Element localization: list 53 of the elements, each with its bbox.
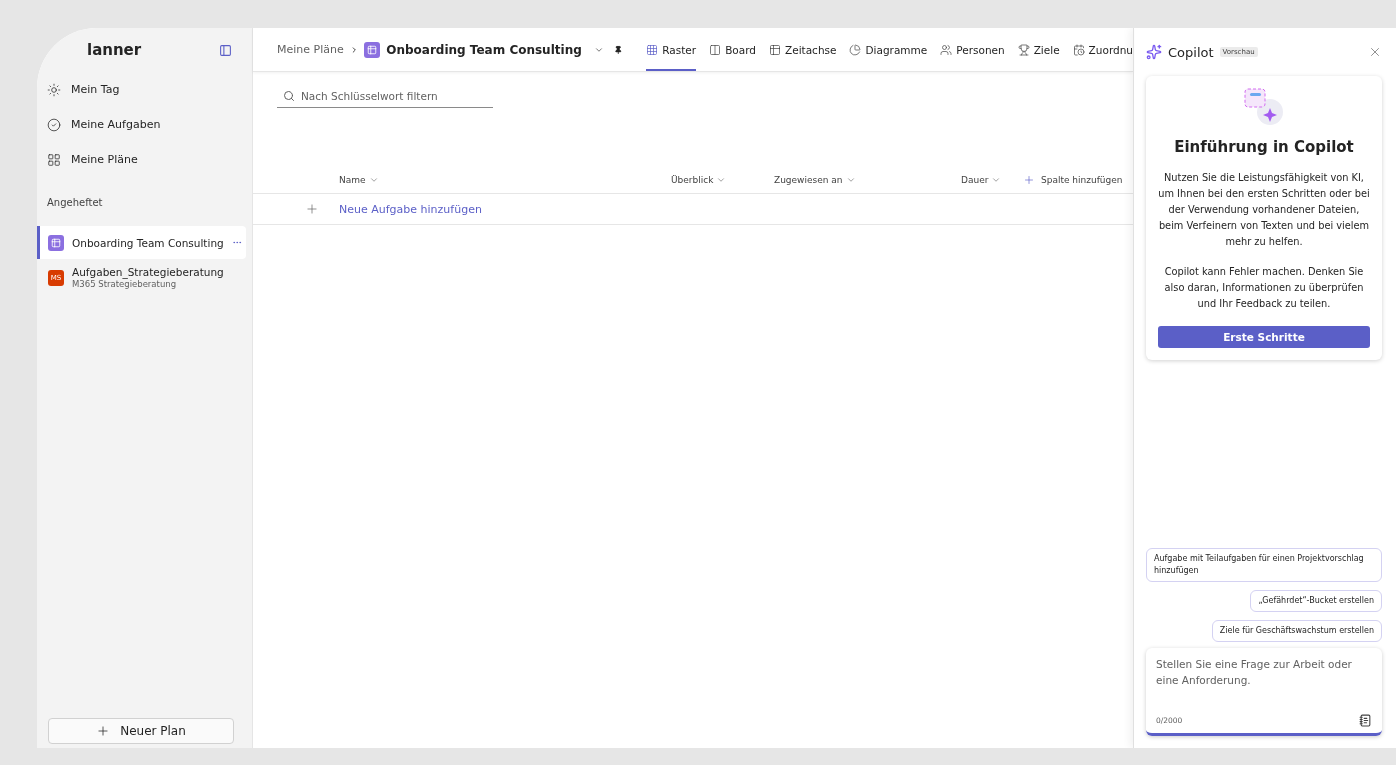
column-header[interactable]: Dauer <box>961 174 1023 185</box>
section-label: Angeheftet <box>46 196 104 210</box>
pinned-plan[interactable]: Onboarding Team Consulting <box>37 226 246 259</box>
grid-icon <box>646 43 659 56</box>
notebook-icon[interactable] <box>1359 714 1372 727</box>
filter-field[interactable]: Nach Schlüsselwort filtern <box>277 84 493 108</box>
pin-icon[interactable] <box>613 43 623 56</box>
suggestion-chip[interactable]: „Gefährdet“-Bucket erstellen <box>1250 590 1382 612</box>
board-icon <box>709 43 722 56</box>
view-tab[interactable]: Personen <box>940 28 1005 71</box>
view-tab[interactable]: Diagramme <box>849 28 928 71</box>
card-title: Einführung in Copilot <box>1174 138 1354 156</box>
column-header[interactable]: Zugewiesen an <box>774 174 961 185</box>
illustration-icon <box>1242 86 1286 126</box>
plans-icon <box>47 152 61 167</box>
add-task-button[interactable]: Neue Aufgabe hinzufügen <box>253 194 1133 225</box>
nav-item[interactable]: Mein Tag <box>37 72 246 107</box>
search-icon <box>283 90 295 102</box>
app-title: lanner <box>87 41 142 59</box>
nav-item[interactable]: Meine Aufgaben <box>37 107 246 142</box>
view-tab[interactable]: Board <box>709 28 756 71</box>
close-icon[interactable] <box>1368 45 1382 59</box>
plus-icon <box>1023 173 1035 186</box>
suggestion-chip[interactable]: Aufgabe mit Teilaufgaben für einen Projektvorschlag hinzufügen <box>1146 548 1382 582</box>
view-tab[interactable]: Raster <box>646 28 697 71</box>
intro-paragraph: Copilot kann Fehler machen. Denken Sie also daran, Informationen zu überprüfen und Ihr Feedback zu teilen. <box>1163 265 1365 311</box>
plan-subtitle: M365 Strategieberatung <box>72 279 178 290</box>
plan-name: Onboarding Team Consulting <box>72 235 224 250</box>
plan-title: Onboarding Team Consulting <box>386 42 582 57</box>
plus-icon <box>305 202 319 216</box>
view-tab[interactable]: Zuordnu <box>1072 28 1133 71</box>
nav-item[interactable]: Meine Pläne <box>37 142 246 177</box>
intro-paragraph: Nutzen Sie die Leistungsfähigkeit von KI, um Ihnen bei den ersten Schritten oder bei der Verwendung vorhandener Dateien, beim Verfeinern von Texten und bei vielem mehr zu helfen. <box>1158 171 1370 249</box>
plan-name: Aufgaben_Strategieberatung <box>72 265 225 279</box>
timeline-icon <box>769 43 781 56</box>
panel-title: Copilot <box>1168 44 1214 60</box>
new-plan-button[interactable]: Neuer Plan <box>48 718 234 744</box>
collapse-sidebar-icon[interactable] <box>219 43 232 57</box>
people-icon <box>940 43 953 56</box>
copilot-logo-icon <box>1146 44 1162 60</box>
add-column-button[interactable]: Spalte hinzufügen <box>1023 173 1133 186</box>
tasks-icon <box>47 117 61 132</box>
column-header[interactable]: Name <box>339 174 671 185</box>
view-tab[interactable]: Zeitachse <box>769 28 837 71</box>
view-tab[interactable]: Ziele <box>1017 28 1060 71</box>
charts-icon <box>849 43 862 56</box>
get-started-button[interactable]: Erste Schritte <box>1158 326 1370 348</box>
sun-icon <box>47 82 61 97</box>
plus-icon <box>96 724 111 738</box>
breadcrumb-link[interactable]: Meine Pläne <box>277 43 344 56</box>
suggestion-chip[interactable]: Ziele für Geschäftswachstum erstellen <box>1211 620 1382 642</box>
column-header[interactable]: Überblick <box>671 174 774 185</box>
goals-icon <box>1017 43 1030 56</box>
